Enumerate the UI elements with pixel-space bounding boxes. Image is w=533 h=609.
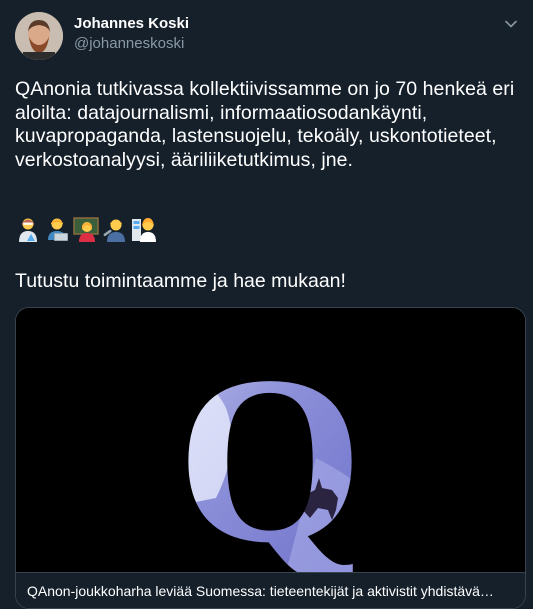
card-image[interactable]: Q	[16, 308, 525, 572]
mechanic-icon	[103, 219, 125, 242]
link-card[interactable]: Q QAnon-joukkoharha leviää Suomessa: tie…	[15, 307, 526, 609]
emoji-row	[15, 216, 157, 242]
tweet: Johannes Koski @johanneskoski QAnonia tu…	[0, 0, 533, 609]
tweet-text: QAnonia tutkivassa kollektiivissamme on …	[15, 78, 515, 171]
teacher-icon	[73, 217, 99, 242]
author-handle[interactable]: @johanneskoski	[74, 35, 184, 52]
scientist-icon	[19, 218, 37, 242]
avatar[interactable]	[15, 12, 63, 60]
author-name[interactable]: Johannes Koski	[74, 15, 189, 32]
technologist-icon	[48, 218, 68, 241]
office-worker-icon	[132, 218, 156, 242]
call-to-action-text: Tutustu toimintaamme ja hae mukaan!	[15, 270, 346, 292]
chevron-down-icon[interactable]	[501, 14, 521, 34]
